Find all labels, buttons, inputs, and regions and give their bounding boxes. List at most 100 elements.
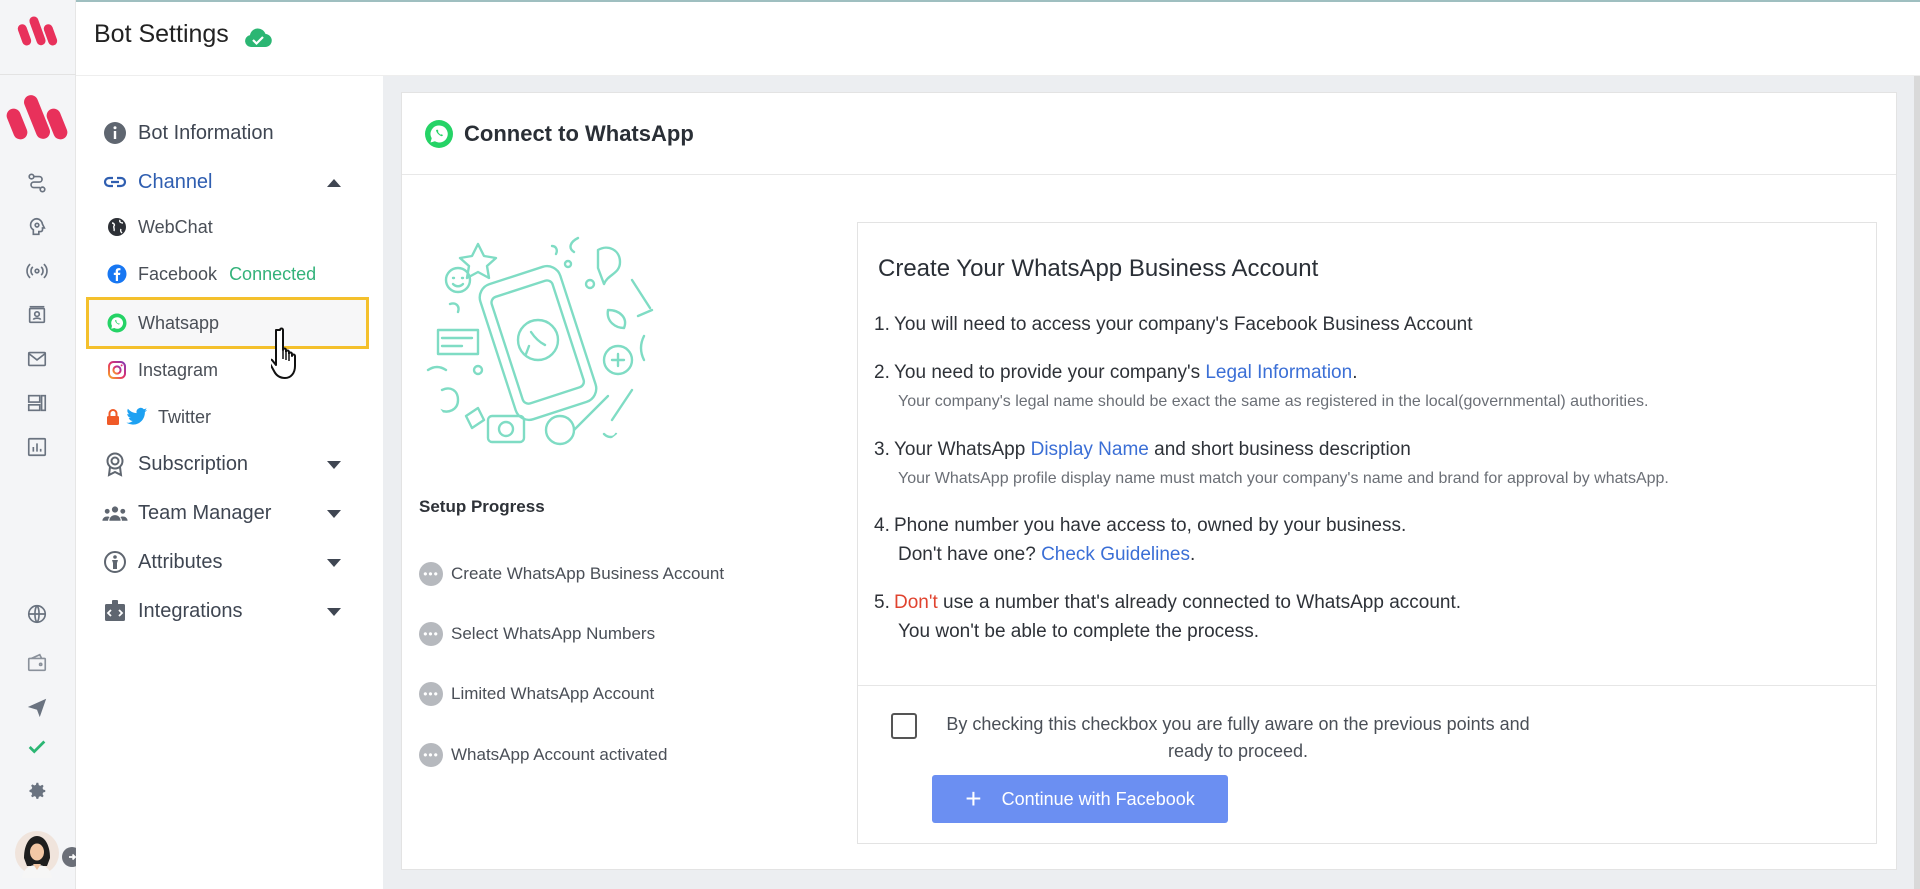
pending-step-icon: ••• bbox=[419, 743, 443, 767]
wallet-icon[interactable] bbox=[24, 650, 50, 676]
nav-label: Subscription bbox=[138, 452, 249, 475]
twitter-icon bbox=[126, 406, 148, 428]
mail-icon[interactable] bbox=[24, 346, 50, 372]
step-label: Limited WhatsApp Account bbox=[451, 684, 655, 703]
channel-whatsapp[interactable]: Whatsapp bbox=[106, 308, 219, 338]
plus-icon: + bbox=[965, 783, 982, 814]
continue-with-facebook-button[interactable]: + Continue with Facebook bbox=[932, 775, 1228, 823]
flow-icon[interactable] bbox=[24, 170, 50, 196]
requirement-number: 1. bbox=[874, 314, 890, 335]
channel-twitter[interactable]: Twitter bbox=[106, 402, 211, 432]
cloud-check-icon bbox=[245, 28, 272, 48]
channel-label: WebChat bbox=[138, 216, 213, 237]
nav-label: Channel bbox=[138, 170, 213, 193]
whatsapp-illustration bbox=[426, 236, 654, 446]
warning-text: Don't bbox=[894, 592, 938, 613]
chevron-down-icon[interactable] bbox=[327, 559, 341, 567]
info-icon bbox=[102, 120, 128, 146]
setup-step: ••• WhatsApp Account activated bbox=[419, 742, 667, 768]
check-icon[interactable] bbox=[24, 734, 50, 760]
nav-label: Attributes bbox=[138, 550, 223, 573]
connected-status: Connected bbox=[229, 263, 317, 284]
setup-step: ••• Limited WhatsApp Account bbox=[419, 681, 654, 707]
pending-step-icon: ••• bbox=[419, 562, 443, 586]
requirements-title: Create Your WhatsApp Business Account bbox=[878, 255, 1319, 282]
broadcast-icon[interactable] bbox=[24, 258, 50, 284]
step-label: Create WhatsApp Business Account bbox=[451, 564, 725, 583]
user-avatar[interactable] bbox=[14, 828, 60, 878]
settings-gear-icon[interactable] bbox=[24, 778, 50, 804]
team-icon bbox=[102, 500, 128, 526]
requirement-number: 2. bbox=[874, 362, 890, 383]
requirement-number: 4. bbox=[874, 515, 890, 536]
nav-label: Integrations bbox=[138, 599, 243, 622]
settings-nav: Bot Information Channel WebChat Facebook… bbox=[76, 76, 383, 889]
legal-information-link[interactable]: Legal Information bbox=[1205, 362, 1352, 383]
globe-icon[interactable] bbox=[24, 601, 50, 627]
requirements-panel: Create Your WhatsApp Business Account 1.… bbox=[857, 222, 1877, 844]
requirement-text: You need to provide your company's bbox=[894, 362, 1206, 383]
requirement-4-line2: Don't have one? Check Guidelines. bbox=[898, 544, 1195, 566]
nav-label: Bot Information bbox=[138, 121, 274, 144]
page-title: Bot Settings bbox=[94, 20, 229, 48]
nav-channel[interactable]: Channel bbox=[102, 165, 213, 199]
nav-bot-information[interactable]: Bot Information bbox=[102, 116, 274, 150]
pending-step-icon: ••• bbox=[419, 682, 443, 706]
chevron-down-icon[interactable] bbox=[327, 608, 341, 616]
brain-icon[interactable] bbox=[24, 214, 50, 240]
channel-instagram[interactable]: Instagram bbox=[106, 355, 218, 385]
nav-team-manager[interactable]: Team Manager bbox=[102, 496, 271, 530]
requirement-3: 3. Your WhatsApp Display Name and short b… bbox=[874, 439, 1411, 461]
brand-logo-large-icon bbox=[6, 95, 68, 140]
check-guidelines-link[interactable]: Check Guidelines bbox=[1041, 544, 1190, 565]
award-icon bbox=[102, 451, 128, 477]
icon-rail bbox=[0, 0, 82, 889]
rail-divider bbox=[0, 74, 76, 75]
requirement-text: Don't have one? bbox=[898, 544, 1042, 565]
nav-subscription[interactable]: Subscription bbox=[102, 447, 248, 481]
nav-integrations[interactable]: Integrations bbox=[102, 594, 243, 628]
dashboard-icon[interactable] bbox=[24, 390, 50, 416]
scrollbar[interactable] bbox=[1914, 76, 1920, 889]
channel-webchat[interactable]: WebChat bbox=[106, 212, 213, 242]
requirement-text: use a number that's already connected to… bbox=[937, 592, 1462, 613]
requirement-5-line2: You won't be able to complete the proces… bbox=[898, 621, 1259, 642]
setup-step: ••• Create WhatsApp Business Account bbox=[419, 561, 724, 587]
requirement-2: 2. You need to provide your company's Leg… bbox=[874, 362, 1357, 384]
chevron-up-icon[interactable] bbox=[327, 179, 341, 187]
card-header: Connect to WhatsApp bbox=[402, 93, 1896, 175]
facebook-icon bbox=[106, 263, 128, 285]
nav-attributes[interactable]: Attributes bbox=[102, 545, 222, 579]
requirement-1: 1. You will need to access your company's… bbox=[874, 314, 1473, 336]
setup-step: ••• Select WhatsApp Numbers bbox=[419, 621, 655, 647]
card-title: Connect to WhatsApp bbox=[464, 120, 694, 146]
requirement-text: Your WhatsApp bbox=[894, 439, 1031, 460]
top-bar: Bot Settings bbox=[76, 2, 1920, 76]
step-label: Select WhatsApp Numbers bbox=[451, 624, 656, 643]
globe-icon bbox=[106, 216, 128, 238]
requirement-number: 5. bbox=[874, 592, 890, 613]
requirement-text: You will need to access your company's F… bbox=[894, 314, 1473, 335]
chevron-down-icon[interactable] bbox=[327, 461, 341, 469]
send-icon[interactable] bbox=[24, 694, 50, 720]
display-name-link[interactable]: Display Name bbox=[1031, 439, 1149, 460]
channel-facebook[interactable]: Facebook Connected bbox=[106, 259, 316, 289]
brand-logo-icon[interactable] bbox=[16, 10, 60, 50]
attributes-icon bbox=[102, 549, 128, 575]
requirement-number: 3. bbox=[874, 439, 890, 460]
channel-label: Instagram bbox=[138, 359, 219, 380]
setup-progress-title: Setup Progress bbox=[419, 497, 545, 516]
analytics-icon[interactable] bbox=[24, 434, 50, 460]
acknowledge-checkbox[interactable] bbox=[891, 713, 917, 739]
channel-label: Twitter bbox=[158, 406, 212, 427]
requirement-3-note: Your WhatsApp profile display name must … bbox=[898, 470, 1669, 487]
contacts-icon[interactable] bbox=[24, 302, 50, 328]
step-label: WhatsApp Account activated bbox=[451, 745, 668, 764]
requirement-text: and short business description bbox=[1148, 439, 1411, 460]
requirement-text: . bbox=[1352, 362, 1358, 383]
channel-label: Whatsapp bbox=[138, 312, 220, 333]
instagram-icon bbox=[106, 359, 128, 381]
chevron-down-icon[interactable] bbox=[327, 510, 341, 518]
channel-label: Facebook bbox=[138, 263, 218, 284]
nav-label: Team Manager bbox=[138, 501, 272, 524]
